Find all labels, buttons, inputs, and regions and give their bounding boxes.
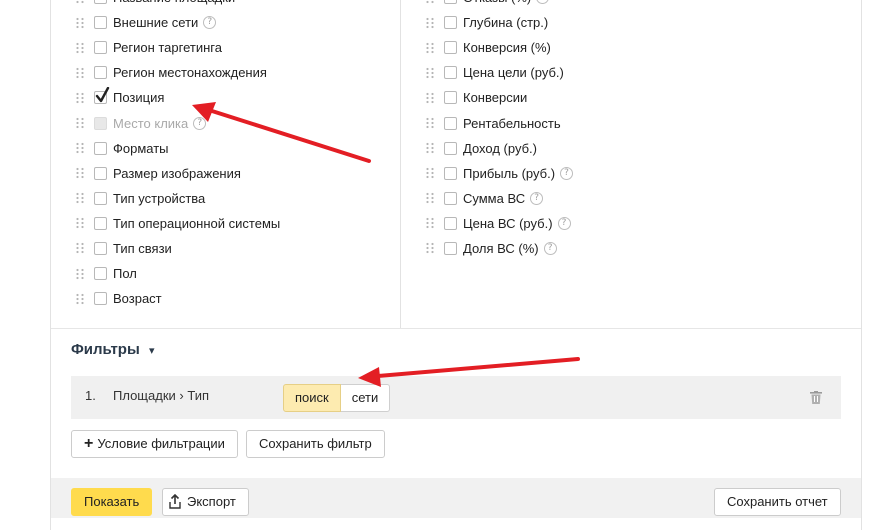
annotation-arrow-checkbox: [192, 102, 371, 163]
annotation-arrow-filter: [358, 357, 580, 387]
annotation-arrows: [192, 102, 580, 387]
